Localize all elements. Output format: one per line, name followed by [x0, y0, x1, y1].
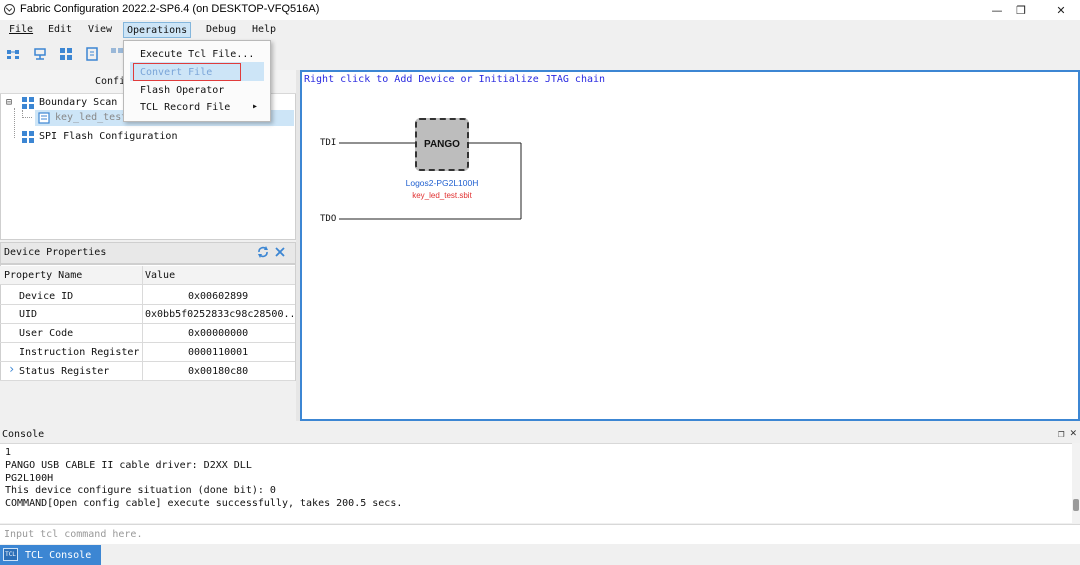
- close-console-icon[interactable]: ✕: [1070, 426, 1077, 439]
- menu-help[interactable]: Help: [249, 22, 279, 38]
- tcl-console-tab-label: TCL Console: [25, 550, 92, 561]
- property-value: 0x0bb5f0252833c98c28500...: [145, 309, 293, 320]
- device-file-label: key_led_test.sbit: [412, 191, 472, 200]
- console-title: Console: [2, 429, 45, 440]
- tree-header-label: Confi: [95, 76, 126, 87]
- file-icon: [38, 112, 50, 124]
- tcl-input-placeholder: Input tcl command here.: [4, 529, 143, 540]
- tcl-icon: TCL: [3, 548, 18, 561]
- tree-guide-branch: [22, 110, 32, 118]
- menu-operations[interactable]: Operations: [123, 22, 192, 38]
- menu-item-convert-file[interactable]: Convert File: [140, 67, 212, 78]
- column-header-value[interactable]: Value: [145, 270, 175, 281]
- console-line: PANGO USB CABLE II cable driver: D2XX DL…: [5, 459, 252, 471]
- restore-panel-icon[interactable]: ❐: [1058, 427, 1065, 440]
- expand-chevron-icon[interactable]: ›: [8, 362, 15, 376]
- menu-item-tcl-record-file[interactable]: TCL Record File: [140, 102, 230, 113]
- grid-icon[interactable]: [59, 47, 73, 61]
- console-lines: 1 PANGO USB CABLE II cable driver: D2XX …: [5, 447, 402, 511]
- scan-chain-icon[interactable]: [6, 47, 20, 61]
- property-name: Instruction Register: [19, 347, 140, 358]
- window-title: Fabric Configuration 2022.2-SP6.4 (on DE…: [20, 3, 320, 15]
- console-line: This device configure situation (done bi…: [5, 485, 276, 497]
- console-scroll-thumb[interactable]: [1073, 499, 1079, 511]
- menu-item-execute-tcl-file[interactable]: Execute Tcl File...: [140, 49, 254, 60]
- tree-item-boundary-scan[interactable]: Boundary Scan: [39, 97, 117, 108]
- menu-item-flash-operator[interactable]: Flash Operator: [140, 85, 224, 96]
- menu-edit[interactable]: Edit: [45, 22, 75, 38]
- grid-small-icon[interactable]: [110, 47, 124, 61]
- console-header: [0, 427, 1080, 443]
- console-line: COMMAND[Open config cable] execute succe…: [5, 498, 403, 510]
- console-scrollbar[interactable]: [1072, 443, 1080, 523]
- tcl-command-input[interactable]: [0, 524, 1080, 544]
- program-file-icon[interactable]: [85, 47, 99, 61]
- property-name: Device ID: [19, 291, 74, 302]
- console-line: 1: [5, 447, 12, 458]
- close-panel-icon[interactable]: [274, 246, 286, 258]
- cable-icon[interactable]: [33, 47, 47, 61]
- grid-icon: [22, 131, 34, 143]
- collapse-toggle-icon[interactable]: ⊟: [6, 97, 12, 108]
- app-icon: [4, 4, 15, 15]
- console-line: PG2L100H: [5, 472, 54, 484]
- refresh-icon[interactable]: [257, 246, 269, 258]
- chip-label: PANGO: [424, 139, 460, 150]
- property-value: 0x00602899: [188, 291, 249, 302]
- property-name: UID: [19, 309, 38, 320]
- property-name: Status Register: [19, 366, 110, 377]
- property-value: 0x00000000: [188, 328, 249, 339]
- pango-chip[interactable]: PANGO: [415, 118, 469, 171]
- column-header-property-name[interactable]: Property Name: [4, 270, 82, 281]
- device-name-label: Logos2-PG2L100H: [405, 178, 479, 188]
- submenu-arrow-icon: ▸: [252, 101, 259, 112]
- grid-icon: [22, 97, 34, 109]
- tree-item-spi-flash[interactable]: SPI Flash Configuration: [39, 131, 177, 142]
- property-value: 0000110001: [188, 347, 249, 358]
- menu-file[interactable]: File: [6, 22, 36, 38]
- menu-debug[interactable]: Debug: [203, 22, 239, 38]
- menu-view[interactable]: View: [85, 22, 115, 38]
- property-name: User Code: [19, 328, 74, 339]
- device-properties-title: Device Properties: [4, 247, 107, 258]
- properties-empty-area: [0, 381, 296, 421]
- tree-guide-line: [14, 108, 15, 138]
- close-button[interactable]: ✕: [1038, 0, 1080, 20]
- property-value: 0x00180c80: [188, 366, 249, 377]
